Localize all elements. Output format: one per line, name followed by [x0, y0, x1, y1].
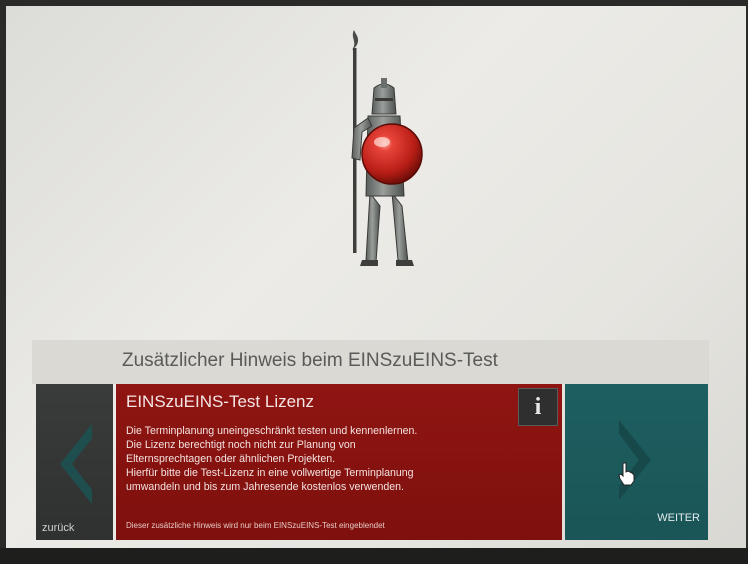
- hint-header-bar: Zusätzlicher Hinweis beim EINSzuEINS-Tes…: [32, 340, 709, 384]
- info-line: Hierfür bitte die Test-Lizenz in eine vo…: [126, 467, 414, 479]
- monitor-bezel: [0, 548, 748, 564]
- hand-cursor-icon: [618, 462, 635, 486]
- info-line: Die Terminplanung uneingeschränkt testen…: [126, 425, 418, 437]
- back-button[interactable]: zurück: [36, 384, 113, 540]
- knight-logo: [351, 30, 423, 266]
- info-icon[interactable]: i: [518, 388, 558, 426]
- info-body: Die Terminplanung uneingeschränkt testen…: [126, 424, 516, 494]
- info-footnote: Dieser zusätzliche Hinweis wird nur beim…: [126, 521, 385, 530]
- info-line: umwandeln und bis zum Jahresende kostenl…: [126, 481, 404, 493]
- chevron-right-icon: [619, 420, 651, 500]
- info-line: Die Lizenz berechtigt noch nicht zur Pla…: [126, 439, 356, 451]
- chevron-left-icon: [60, 424, 92, 504]
- back-button-label: zurück: [42, 522, 75, 534]
- info-panel: EINSzuEINS-Test Lizenz i Die Terminplanu…: [116, 384, 562, 540]
- next-button-label: WEITER: [657, 512, 700, 524]
- info-line: Elternsprechtagen oder ähnlichen Projekt…: [126, 453, 336, 465]
- page-title: Zusätzlicher Hinweis beim EINSzuEINS-Tes…: [122, 350, 498, 371]
- app-screen: Zusätzlicher Hinweis beim EINSzuEINS-Tes…: [6, 6, 746, 562]
- info-heading: EINSzuEINS-Test Lizenz: [126, 392, 315, 411]
- next-button[interactable]: WEITER: [565, 384, 708, 540]
